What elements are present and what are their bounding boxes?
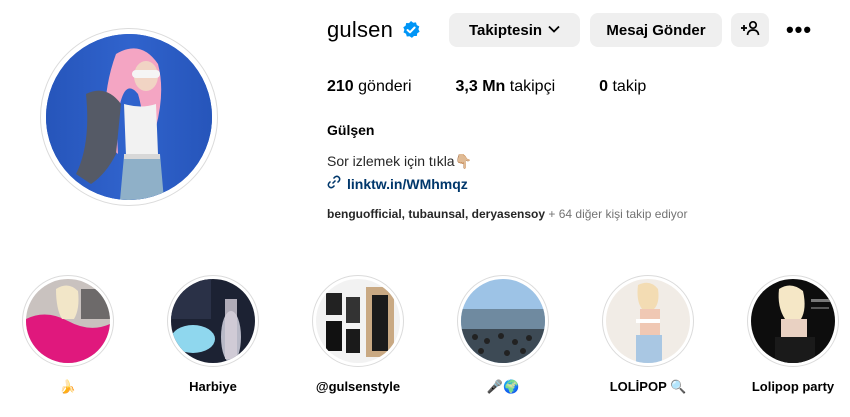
highlight-ring [167,275,259,367]
verified-badge-icon [401,20,421,40]
add-user-button[interactable] [731,13,769,47]
highlight-ring [457,275,549,367]
highlight-cover [461,279,545,363]
username: gulsen [327,17,394,42]
story-highlights: 🍌 Harbiye @gulsenstyle 🎤🌍 LOLİPOP 🔍 Loli… [0,275,850,405]
posts-label: gönderi [353,78,412,95]
bio-link-text: linktw.in/WMhmqz [347,175,468,192]
highlight-ring [312,275,404,367]
highlight-item[interactable]: 🍌 [8,275,128,395]
following-count[interactable]: 0 takip [599,78,646,96]
highlight-cover [751,279,835,363]
highlight-cover [26,279,110,363]
more-icon: ••• [785,17,813,42]
followed-by-names: benguofficial, tubaunsal, deryasensoy [327,207,546,221]
bio-text: Sor izlemek için tıkla👇🏼 [327,153,473,169]
followed-by[interactable]: benguofficial, tubaunsal, deryasensoy + … [327,207,687,221]
highlight-label: 🍌 [59,379,77,394]
more-options-button[interactable]: ••• [779,13,819,47]
followers-label: takipçi [505,78,556,95]
highlight-label: Harbiye [189,379,237,394]
highlight-label: 🎤🌍 [486,379,520,394]
following-label: takip [608,78,647,95]
highlight-item[interactable]: Lolipop party [733,275,850,394]
posts-value: 210 [327,78,354,95]
add-user-icon [740,20,760,40]
highlight-cover [606,279,690,363]
following-button-label: Takiptesin [468,21,543,39]
followed-by-more: + 64 diğer kişi takip ediyor [545,207,688,221]
followers-value: 3,3 Mn [455,78,506,95]
profile-stats: 210 gönderi 3,3 Mn takipçi 0 takip [327,78,690,96]
highlight-item[interactable]: LOLİPOP 🔍 [588,275,708,395]
highlight-label: Lolipop party [751,379,835,394]
link-icon [327,175,341,192]
highlight-label: @gulsenstyle [315,379,401,394]
highlight-ring [602,275,694,367]
highlight-label: LOLİPOP 🔍 [609,379,687,394]
highlight-cover [171,279,255,363]
following-button[interactable]: Takiptesin [449,13,580,47]
send-message-label: Mesaj Gönder [606,21,706,39]
following-value: 0 [599,78,609,95]
highlight-ring [22,275,114,367]
highlight-item[interactable]: 🎤🌍 [443,275,563,395]
chevron-down-icon [548,24,560,36]
highlight-item[interactable]: Harbiye [153,275,273,394]
send-message-button[interactable]: Mesaj Gönder [590,13,722,47]
posts-count: 210 gönderi [327,78,412,96]
full-name: Gülşen [327,122,375,138]
profile-header: gulsen Takiptesin Mesaj Gönder ••• [327,12,827,48]
highlight-ring [747,275,839,367]
highlight-item[interactable]: @gulsenstyle [298,275,418,394]
bio-link[interactable]: linktw.in/WMhmqz [327,175,468,192]
highlight-cover [316,279,400,363]
profile-avatar-ring[interactable] [40,28,218,206]
followers-count[interactable]: 3,3 Mn takipçi [456,78,556,96]
profile-avatar[interactable] [46,34,212,200]
